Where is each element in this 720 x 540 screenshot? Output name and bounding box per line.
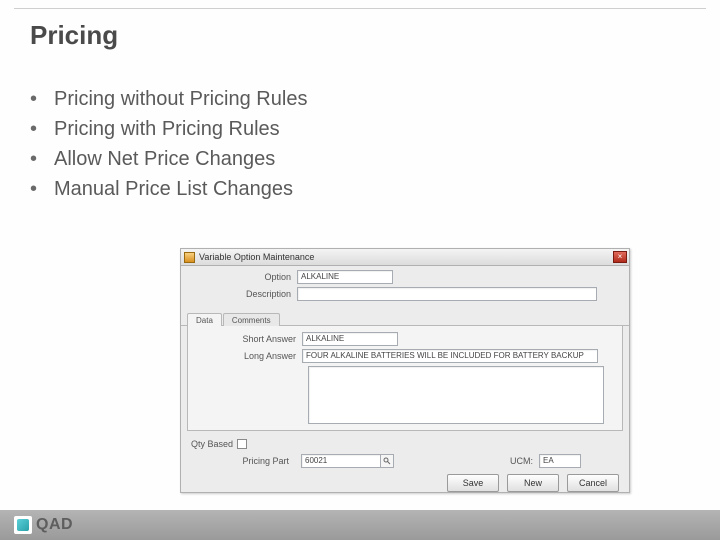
close-icon[interactable]: × xyxy=(613,251,627,263)
short-answer-field[interactable]: ALKALINE xyxy=(302,332,398,346)
app-icon xyxy=(184,252,195,263)
option-label: Option xyxy=(189,272,297,282)
dialog-titlebar[interactable]: Variable Option Maintenance × xyxy=(181,249,629,266)
tab-data[interactable]: Data xyxy=(187,313,222,326)
dialog-header-form: Option ALKALINE Description xyxy=(181,266,629,306)
bullet-dot-icon: • xyxy=(30,85,54,113)
dialog-tabs: Data Comments xyxy=(181,312,629,326)
cancel-button[interactable]: Cancel xyxy=(567,474,619,492)
qty-based-label: Qty Based xyxy=(191,439,233,449)
slide-title: Pricing xyxy=(30,20,118,51)
tab-comments[interactable]: Comments xyxy=(223,313,280,326)
lookup-button[interactable] xyxy=(380,454,394,468)
bullet-item: • Pricing without Pricing Rules xyxy=(30,85,307,113)
dialog-title: Variable Option Maintenance xyxy=(199,252,314,262)
pricing-part-field[interactable]: 60021 xyxy=(301,454,381,468)
slide-footer: QAD xyxy=(0,510,720,540)
pricing-part-combo: 60021 xyxy=(301,453,394,468)
bullet-text: Pricing without Pricing Rules xyxy=(54,85,307,113)
description-label: Description xyxy=(189,289,297,299)
save-button[interactable]: Save xyxy=(447,474,499,492)
ucm-label: UCM: xyxy=(510,456,533,466)
qad-brand-text: QAD xyxy=(36,516,73,534)
ucm-field[interactable]: EA xyxy=(539,454,581,468)
bullet-text: Manual Price List Changes xyxy=(54,175,293,203)
dialog-button-bar: Save New Cancel xyxy=(181,468,629,498)
pricing-part-row: Pricing Part 60021 UCM: EA xyxy=(181,453,629,468)
new-button[interactable]: New xyxy=(507,474,559,492)
long-answer-label: Long Answer xyxy=(194,351,302,361)
search-icon xyxy=(383,457,391,465)
bullet-text: Pricing with Pricing Rules xyxy=(54,115,280,143)
bullet-item: • Pricing with Pricing Rules xyxy=(30,115,307,143)
qty-based-row: Qty Based xyxy=(191,439,629,449)
bullet-dot-icon: • xyxy=(30,175,54,203)
tab-data-panel: Short Answer ALKALINE Long Answer FOUR A… xyxy=(187,326,623,431)
bullet-dot-icon: • xyxy=(30,145,54,173)
slide-top-rule xyxy=(14,8,706,9)
qty-based-checkbox[interactable] xyxy=(237,439,247,449)
description-field[interactable] xyxy=(297,287,597,301)
bullet-dot-icon: • xyxy=(30,115,54,143)
bullet-list: • Pricing without Pricing Rules • Pricin… xyxy=(30,85,307,205)
long-answer-textarea[interactable] xyxy=(308,366,604,424)
pricing-part-label: Pricing Part xyxy=(187,456,295,466)
qad-logo-icon xyxy=(14,516,32,534)
long-answer-field[interactable]: FOUR ALKALINE BATTERIES WILL BE INCLUDED… xyxy=(302,349,598,363)
bullet-item: • Manual Price List Changes xyxy=(30,175,307,203)
short-answer-label: Short Answer xyxy=(194,334,302,344)
bullet-text: Allow Net Price Changes xyxy=(54,145,275,173)
bullet-item: • Allow Net Price Changes xyxy=(30,145,307,173)
option-field[interactable]: ALKALINE xyxy=(297,270,393,284)
variable-option-dialog: Variable Option Maintenance × Option ALK… xyxy=(180,248,630,493)
